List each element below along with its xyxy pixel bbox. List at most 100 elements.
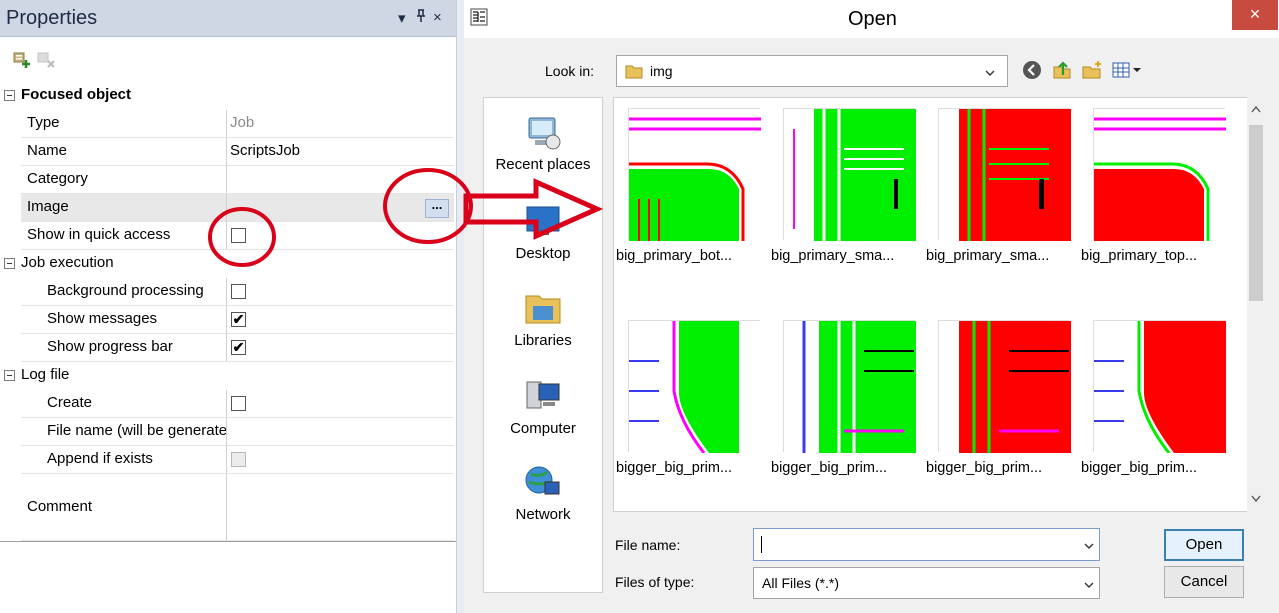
scroll-thumb[interactable]	[1249, 125, 1263, 301]
property-row-show-messages[interactable]: Show messages ✔	[0, 306, 454, 334]
property-value: ✔	[227, 306, 454, 334]
append-checkbox	[231, 452, 246, 467]
file-thumbnail	[938, 108, 1071, 241]
add-filter-icon[interactable]	[12, 50, 34, 70]
category-log-file[interactable]: Log file	[0, 362, 454, 390]
property-row-show-progress-bar[interactable]: Show progress bar ✔	[0, 334, 454, 362]
file-thumbnail	[628, 108, 761, 241]
place-desktop[interactable]: Desktop	[484, 201, 602, 262]
close-panel-icon[interactable]: ×	[433, 9, 442, 26]
collapse-icon[interactable]	[4, 258, 15, 269]
property-label: Show messages	[21, 306, 227, 334]
files-of-type-select[interactable]: All Files (*.*)	[753, 567, 1100, 599]
property-label: Name	[21, 138, 227, 166]
category-label: Focused object	[21, 86, 132, 103]
scroll-down-icon[interactable]	[1251, 495, 1261, 503]
property-row-image[interactable]: Image ...	[0, 194, 454, 222]
property-value	[227, 390, 454, 418]
property-label: Image	[21, 194, 227, 222]
file-item[interactable]: bigger_big_prim...	[771, 310, 923, 480]
look-in-value: img	[650, 63, 673, 79]
property-value[interactable]	[227, 166, 454, 194]
folder-icon	[625, 65, 643, 79]
collapse-icon[interactable]	[4, 90, 15, 101]
dialog-title: Open	[848, 8, 897, 30]
category-focused-object[interactable]: Focused object	[0, 82, 454, 110]
file-item[interactable]: big_primary_bot...	[616, 98, 768, 268]
properties-panel: Properties ▾ × Focused object Type Job N…	[0, 0, 456, 613]
property-value: Job	[227, 110, 454, 138]
chevron-down-icon[interactable]	[1084, 580, 1094, 590]
property-value[interactable]: ScriptsJob	[227, 138, 454, 166]
file-item[interactable]: big_primary_sma...	[771, 98, 923, 268]
property-label: Show in quick access	[21, 222, 227, 250]
back-icon[interactable]	[1021, 59, 1043, 81]
pin-icon[interactable]	[416, 9, 426, 27]
close-dialog-button[interactable]: ×	[1232, 0, 1278, 30]
place-libraries[interactable]: Libraries	[484, 288, 602, 349]
show-messages-checkbox[interactable]: ✔	[231, 312, 246, 327]
open-button[interactable]: Open	[1164, 529, 1244, 561]
file-list[interactable]: big_primary_bot... big_primary_sma... big_…	[613, 97, 1257, 512]
view-menu-icon[interactable]	[1111, 59, 1145, 81]
file-item[interactable]: big_primary_sma...	[926, 98, 1078, 268]
collapse-icon[interactable]	[4, 370, 15, 381]
property-row-append-if-exists[interactable]: Append if exists	[0, 446, 454, 474]
panel-splitter[interactable]	[456, 0, 464, 613]
place-label: Network	[515, 506, 571, 523]
recent-places-icon	[528, 117, 561, 150]
property-value[interactable]	[227, 194, 454, 222]
file-name-input[interactable]	[753, 528, 1100, 561]
place-label: Libraries	[514, 332, 572, 349]
property-row-file-name[interactable]: File name (will be generated)	[0, 418, 454, 446]
file-name-label: File name:	[615, 537, 681, 553]
file-item[interactable]: big_primary_top...	[1081, 98, 1233, 268]
place-computer[interactable]: Computer	[484, 376, 602, 437]
panel-menu-icon[interactable]: ▾	[398, 9, 406, 27]
place-recent-places[interactable]: Recent places	[484, 112, 602, 173]
property-row-create[interactable]: Create	[0, 390, 454, 418]
file-name: bigger_big_prim...	[771, 460, 888, 476]
quick-access-checkbox[interactable]	[231, 228, 246, 243]
property-value[interactable]	[227, 474, 454, 541]
browse-image-button[interactable]: ...	[425, 198, 449, 218]
property-row-background-processing[interactable]: Background processing	[0, 278, 454, 306]
property-row-comment[interactable]: Comment	[0, 474, 454, 541]
properties-title-bar: Properties ▾ ×	[0, 0, 456, 37]
up-folder-icon[interactable]	[1051, 59, 1073, 81]
places-bar: Recent places Desktop Libraries Computer	[483, 97, 603, 593]
remove-filter-icon[interactable]	[36, 50, 58, 70]
file-item[interactable]: bigger_big_prim...	[926, 310, 1078, 480]
category-job-execution[interactable]: Job execution	[0, 250, 454, 278]
file-item[interactable]: bigger_big_prim...	[616, 310, 768, 480]
show-progress-bar-checkbox[interactable]: ✔	[231, 340, 246, 355]
look-in-combobox[interactable]: img	[616, 55, 1008, 87]
category-label: Log file	[21, 366, 70, 383]
file-name: bigger_big_prim...	[1081, 460, 1198, 476]
chevron-down-icon[interactable]	[1084, 541, 1094, 551]
files-of-type-value: All Files (*.*)	[762, 575, 840, 591]
file-thumbnail	[1093, 320, 1226, 454]
file-thumbnail	[783, 320, 916, 453]
files-of-type-label: Files of type:	[615, 574, 695, 590]
property-label: Show progress bar	[21, 334, 227, 362]
scroll-up-icon[interactable]	[1251, 105, 1261, 113]
file-list-scrollbar[interactable]	[1247, 97, 1265, 512]
property-value: ✔	[227, 334, 454, 362]
chevron-down-icon[interactable]	[985, 68, 995, 78]
new-folder-icon[interactable]	[1081, 59, 1103, 81]
property-label: File name (will be generated)	[21, 418, 227, 446]
properties-title: Properties	[6, 7, 98, 29]
property-row-category[interactable]: Category	[0, 166, 454, 194]
background-processing-checkbox[interactable]	[231, 284, 246, 299]
property-row-name[interactable]: Name ScriptsJob	[0, 138, 454, 166]
property-row-show-in-quick-access[interactable]: Show in quick access	[0, 222, 454, 250]
network-icon	[525, 466, 560, 495]
place-network[interactable]: Network	[484, 462, 602, 523]
property-value[interactable]	[227, 418, 454, 446]
property-row-type[interactable]: Type Job	[0, 110, 454, 138]
file-item[interactable]: bigger_big_prim...	[1081, 310, 1233, 480]
cancel-button[interactable]: Cancel	[1164, 566, 1244, 598]
create-log-checkbox[interactable]	[231, 396, 246, 411]
property-value	[227, 446, 454, 474]
